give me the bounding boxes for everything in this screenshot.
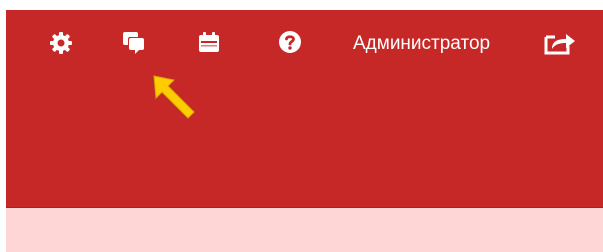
gear-icon — [50, 32, 72, 54]
top-header — [6, 10, 603, 208]
app-frame: Администратор — [0, 0, 603, 252]
logout-button[interactable] — [542, 29, 578, 57]
calendar-icon — [199, 32, 219, 52]
settings-button[interactable] — [48, 30, 74, 56]
pointer-arrow-icon — [150, 72, 198, 120]
messages-button[interactable] — [121, 30, 147, 56]
user-name[interactable]: Администратор — [353, 29, 490, 59]
question-circle-icon — [279, 31, 301, 53]
calendar-button[interactable] — [196, 30, 222, 56]
logout-share-icon — [544, 34, 575, 55]
help-button[interactable] — [277, 29, 303, 55]
chat-bubbles-icon — [123, 32, 145, 54]
content-area — [6, 208, 603, 252]
